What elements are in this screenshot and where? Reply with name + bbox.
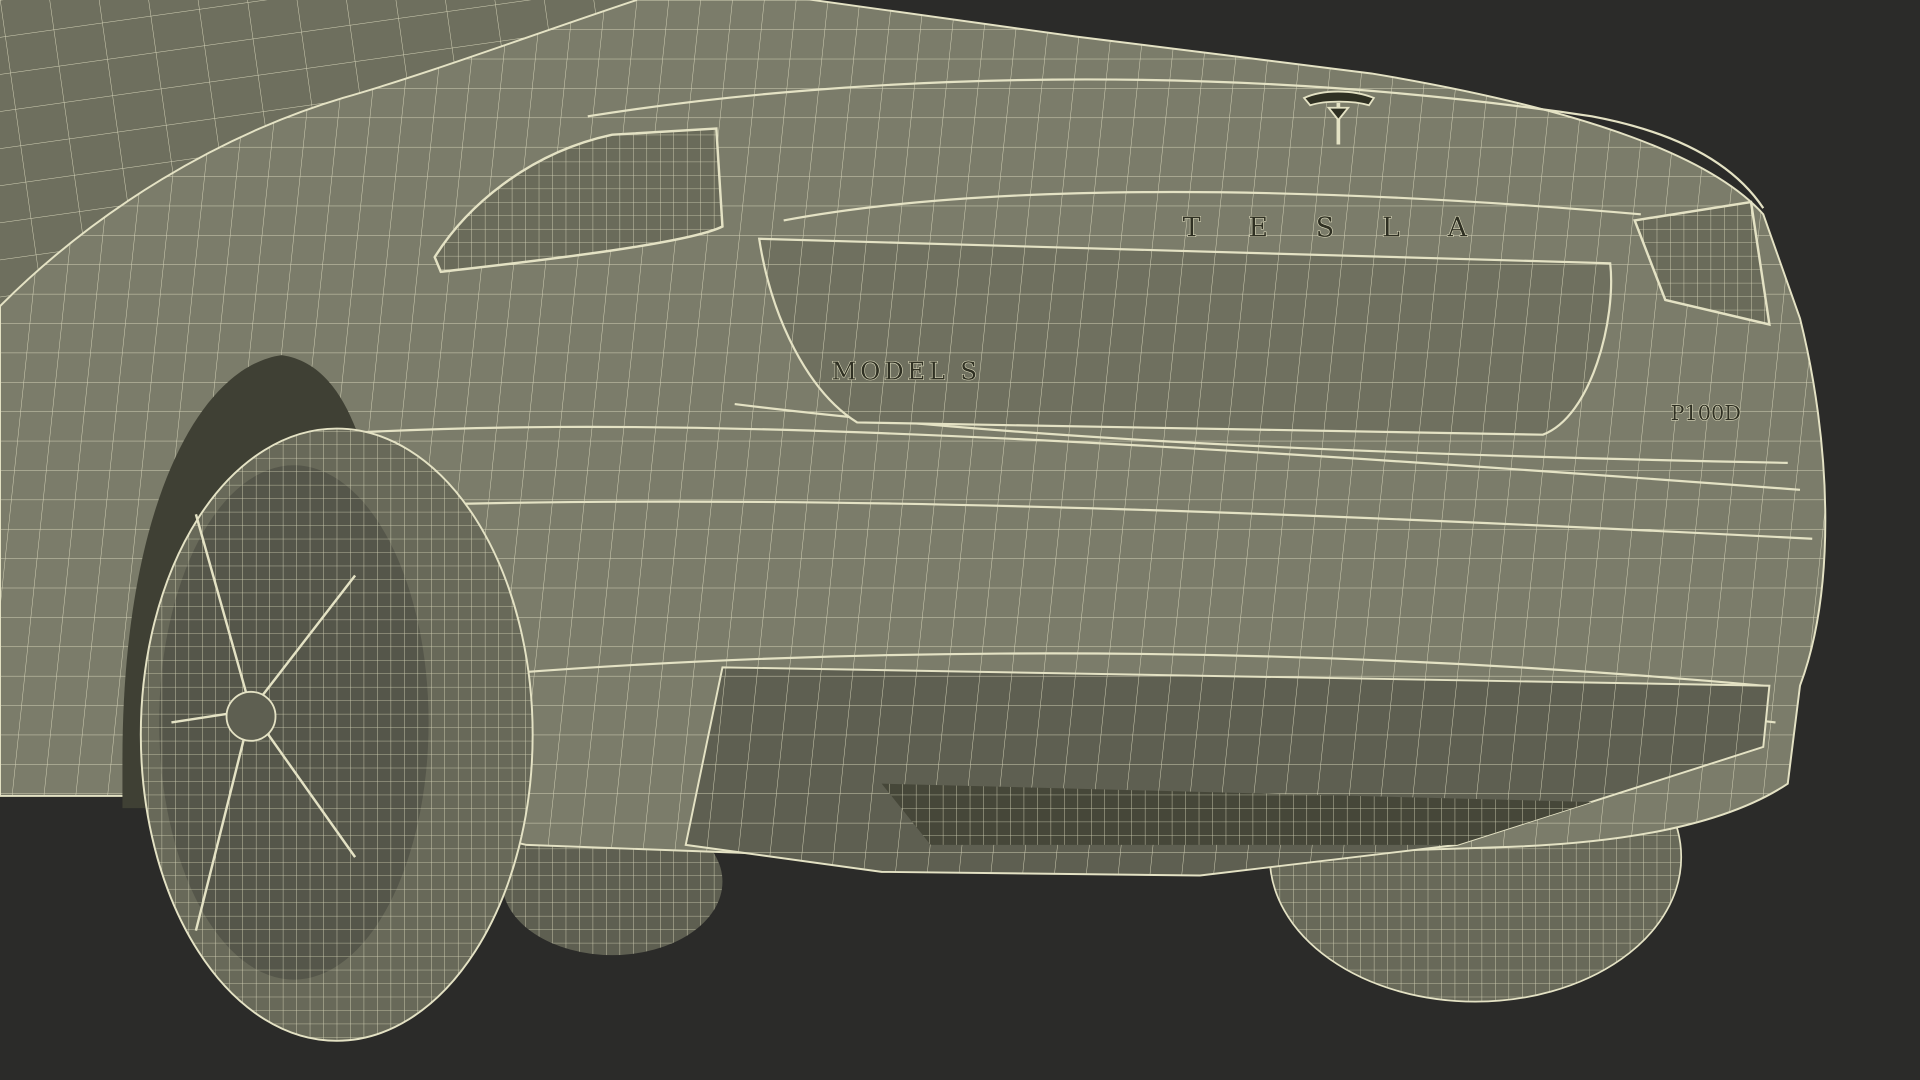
model-badge: MODEL S — [832, 357, 981, 386]
car-wireframe-render: T E S L A MODEL S P100D — [0, 0, 1920, 1080]
license-plate-recess — [757, 237, 1613, 436]
wordmark-badge: T E S L A — [1183, 212, 1487, 243]
wheel-hub — [225, 690, 277, 742]
variant-badge: P100D — [1671, 401, 1741, 425]
left-rear-wheel — [139, 427, 534, 1042]
